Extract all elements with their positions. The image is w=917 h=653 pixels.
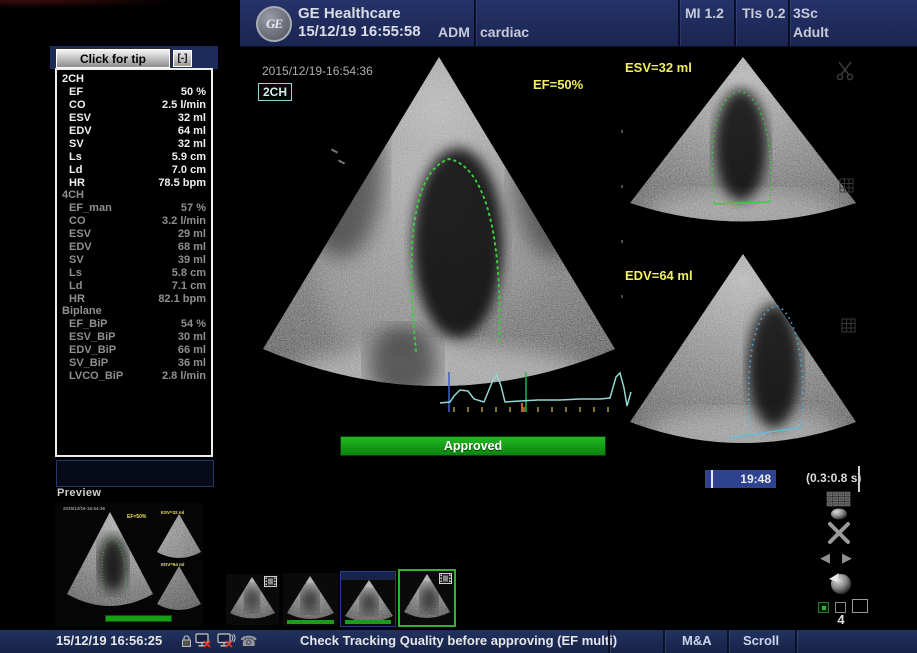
ecg-volume-trace (438, 370, 634, 416)
status-bar: 15/12/19 16:56:25 ☎ Check Tracking Quali… (0, 630, 917, 653)
layout-large[interactable] (852, 599, 868, 613)
preview-approved-bar (105, 615, 172, 622)
mi-value: MI 1.2 (685, 5, 724, 21)
film-clip-icon (439, 573, 452, 584)
preview-label: Preview (57, 487, 101, 499)
keypad-trackball-icon[interactable] (826, 491, 852, 521)
measurement-row: ESV29 ml (62, 228, 206, 241)
film-clip-icon (264, 576, 277, 587)
measurement-row: EF_BiP54 % (62, 318, 206, 331)
measurement-row: HR82.1 bpm (62, 292, 206, 305)
edv-value-label: EDV=64 ml (625, 268, 693, 283)
preview-esv-label: ESV=32 ml (161, 510, 184, 515)
depth-marker (621, 240, 623, 243)
measurement-section-header: 4CH (62, 189, 206, 202)
thumb-approved-bar (345, 620, 390, 624)
tip-button[interactable]: Click for tip (56, 49, 170, 68)
measurement-row: Ld7.0 cm (62, 163, 206, 176)
probe-value: 3Sc (793, 5, 818, 21)
clip-thumbnail-2[interactable] (283, 573, 338, 626)
cine-progress-bar[interactable]: 19:48 (705, 470, 776, 488)
grid-icon[interactable] (839, 178, 854, 193)
preview-edv-label: EDV=64 ml (161, 562, 184, 567)
header-divider (678, 0, 680, 46)
page-number: 4 (831, 612, 851, 627)
header-datetime: 15/12/19 16:55:58 (298, 23, 421, 40)
clip-thumbnail-4-selected[interactable] (398, 569, 456, 627)
esv-value-label: ESV=32 ml (625, 60, 692, 75)
header-divider (474, 0, 476, 46)
measurement-row: EDV_BiP66 ml (62, 344, 206, 357)
tis-value: TIs 0.2 (742, 5, 786, 21)
cine-position-tick[interactable] (711, 470, 713, 488)
measurement-row: Ld7.1 cm (62, 279, 206, 292)
measurement-row: ESV_BiP30 ml (62, 331, 206, 344)
measurement-row: Ls5.9 cm (62, 150, 206, 163)
preview-timestamp: 2015/12/19-16:54:36 (63, 506, 105, 511)
echo-workstation-screen: GE GE Healthcare 15/12/19 16:55:58 ADM c… (0, 0, 917, 653)
header-divider (788, 0, 790, 46)
measurements-panel: 2CHEF50 %CO2.5 l/minESV32 mlEDV64 mlSV32… (55, 68, 213, 457)
ma-softkey[interactable]: M&A (682, 633, 712, 648)
measurement-row: SV_BiP36 ml (62, 357, 206, 370)
trackball-icon[interactable] (826, 571, 854, 595)
status-divider (727, 630, 729, 653)
measurement-row: LVCO_BiP2.8 l/min (62, 369, 206, 382)
clip-thumbnail-1[interactable] (226, 574, 279, 625)
operator-label: ADM (438, 24, 470, 40)
layout-selector (818, 599, 868, 613)
esv-ultrasound-image (622, 53, 864, 238)
next-arrow-icon[interactable]: ▶ (842, 550, 852, 566)
measurement-row: CO3.2 l/min (62, 215, 206, 228)
phone-icon: ☎ (240, 633, 257, 650)
status-divider (795, 630, 797, 653)
prev-arrow-icon[interactable]: ◀ (820, 550, 830, 566)
preview-ef-label: EF=50% (127, 514, 146, 520)
measurement-row: Ls5.8 cm (62, 266, 206, 279)
lock-icon (181, 634, 192, 648)
measurement-section-header: Biplane (62, 305, 206, 318)
measurement-row: EF_man57 % (62, 202, 206, 215)
patient-type: Adult (793, 24, 829, 40)
cine-time: 19:48 (740, 472, 771, 486)
layout-small-active[interactable] (818, 602, 829, 613)
screen-corner-artifact (0, 0, 170, 8)
clip-thumbnail-3[interactable] (340, 571, 396, 627)
brand-title: GE Healthcare (298, 5, 401, 22)
scroll-softkey[interactable]: Scroll (743, 633, 779, 648)
trace-tick-marks (454, 407, 608, 412)
measurement-row: SV32 ml (62, 137, 206, 150)
measurement-row: ESV32 ml (62, 112, 206, 125)
measurement-row: HR78.5 bpm (62, 176, 206, 189)
measurement-row: EF50 % (62, 86, 206, 99)
close-icon[interactable] (826, 521, 852, 545)
measurement-row: EDV64 ml (62, 125, 206, 138)
dicom-monitor-offline-icon (217, 633, 238, 649)
ge-logo-icon: GE (256, 6, 292, 42)
thumb-approved-bar (287, 620, 333, 624)
measurement-row: EDV68 ml (62, 241, 206, 254)
measurements-list: 2CHEF50 %CO2.5 l/minESV32 mlEDV64 mlSV32… (62, 73, 206, 382)
preview-thumbnail[interactable]: 2015/12/19-16:54:36 EF=50% ESV=32 ml EDV… (55, 502, 203, 626)
measurement-section-header: 2CH (62, 73, 206, 86)
status-divider (663, 630, 665, 653)
status-datetime: 15/12/19 16:56:25 (56, 633, 162, 648)
header-divider (734, 0, 736, 46)
network-monitor-offline-icon (195, 633, 212, 649)
status-divider (608, 630, 610, 653)
grid-icon[interactable] (841, 318, 856, 333)
measurement-row: SV39 ml (62, 253, 206, 266)
approved-button[interactable]: Approved (340, 436, 606, 456)
status-message: Check Tracking Quality before approving … (300, 633, 617, 648)
cine-range-cursor[interactable] (858, 466, 860, 492)
main-ultrasound-image (253, 53, 625, 421)
scissors-icon[interactable] (835, 60, 855, 82)
study-label: cardiac (480, 24, 529, 40)
cine-range-label: (0.3:0.8 s) (806, 471, 861, 485)
results-spacer-box (56, 460, 214, 487)
collapse-button[interactable]: [-] (173, 50, 192, 67)
measurement-row: CO2.5 l/min (62, 99, 206, 112)
